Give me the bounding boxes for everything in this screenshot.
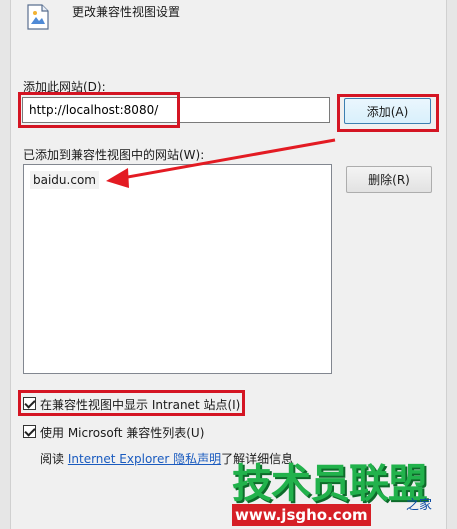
privacy-statement-link[interactable]: Internet Explorer 隐私声明 <box>68 452 221 466</box>
watermark-url: www.jsgho.com <box>232 504 371 526</box>
added-sites-label: 已添加到兼容性视图中的网站(W): <box>23 148 205 162</box>
site-list-item[interactable]: baidu.com <box>30 171 99 189</box>
remove-button[interactable]: 删除(R) <box>346 166 432 193</box>
compatibility-view-icon <box>27 4 49 30</box>
use-ms-list-label[interactable]: 使用 Microsoft 兼容性列表(U) <box>40 424 204 441</box>
dialog-left-edge <box>0 0 11 529</box>
show-intranet-checkbox[interactable] <box>23 397 36 410</box>
website-url-input[interactable] <box>22 97 330 123</box>
watermark-tail-text: 之家 <box>406 498 433 513</box>
read-prefix: 阅读 <box>40 452 65 466</box>
watermark-logo-text: 技术员联盟 <box>232 461 428 507</box>
use-ms-list-checkbox[interactable] <box>23 425 36 438</box>
dialog-right-edge <box>446 0 457 529</box>
dialog-title: 更改兼容性视图设置 <box>72 5 181 19</box>
show-intranet-label[interactable]: 在兼容性视图中显示 Intranet 站点(I) <box>40 396 240 413</box>
add-site-label: 添加此网站(D): <box>23 80 106 94</box>
add-button[interactable]: 添加(A) <box>344 98 431 124</box>
added-sites-list[interactable]: baidu.com <box>23 164 332 374</box>
